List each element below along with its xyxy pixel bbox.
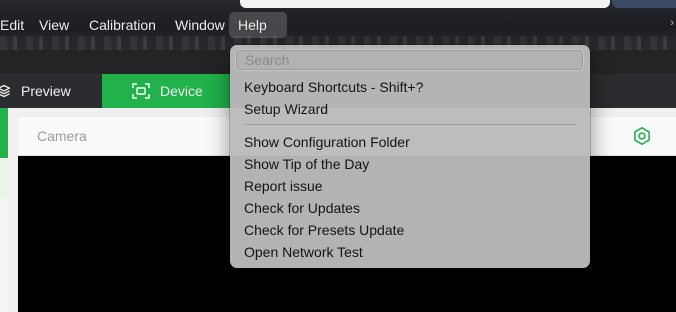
hexagon-gear-icon[interactable] bbox=[632, 126, 652, 151]
menu-search-box[interactable] bbox=[236, 50, 583, 70]
help-menu-dropdown: Keyboard Shortcuts - Shift+? Setup Wizar… bbox=[230, 45, 590, 268]
tab-preview-label: Preview bbox=[21, 83, 71, 99]
layers-icon bbox=[0, 84, 11, 98]
menu-item-open-network-test[interactable]: Open Network Test bbox=[244, 242, 363, 262]
menu-view[interactable]: View bbox=[30, 12, 78, 38]
menu-item-setup-wizard[interactable]: Setup Wizard bbox=[244, 99, 328, 119]
menubar-status-icon: › bbox=[670, 17, 674, 29]
camera-title: Camera bbox=[37, 128, 87, 144]
tab-device[interactable]: Device bbox=[102, 74, 230, 108]
menu-window[interactable]: Window bbox=[166, 12, 234, 38]
left-panel bbox=[0, 108, 8, 312]
left-panel-highlight bbox=[0, 158, 8, 198]
left-panel-active-indicator bbox=[0, 108, 8, 158]
menu-item-show-configuration-folder[interactable]: Show Configuration Folder bbox=[244, 132, 410, 152]
menu-search-input[interactable] bbox=[237, 51, 582, 69]
panel-gutter bbox=[8, 108, 18, 312]
menu-separator bbox=[244, 124, 576, 125]
menu-item-show-tip-of-the-day[interactable]: Show Tip of the Day bbox=[244, 154, 369, 174]
menu-edit[interactable]: Edit bbox=[0, 12, 33, 38]
menu-help[interactable]: Help bbox=[229, 12, 287, 38]
tab-device-label: Device bbox=[160, 83, 203, 99]
tab-preview[interactable]: Preview bbox=[0, 74, 102, 108]
device-scan-icon bbox=[132, 83, 150, 99]
menu-item-keyboard-shortcuts[interactable]: Keyboard Shortcuts - Shift+? bbox=[244, 77, 423, 97]
menu-calibration[interactable]: Calibration bbox=[80, 12, 165, 38]
menu-item-check-for-presets-update[interactable]: Check for Presets Update bbox=[244, 220, 404, 240]
menu-bar: Edit View Calibration Window Help › bbox=[0, 0, 676, 50]
menu-item-report-issue[interactable]: Report issue bbox=[244, 176, 323, 196]
menu-item-check-for-updates[interactable]: Check for Updates bbox=[244, 198, 360, 218]
